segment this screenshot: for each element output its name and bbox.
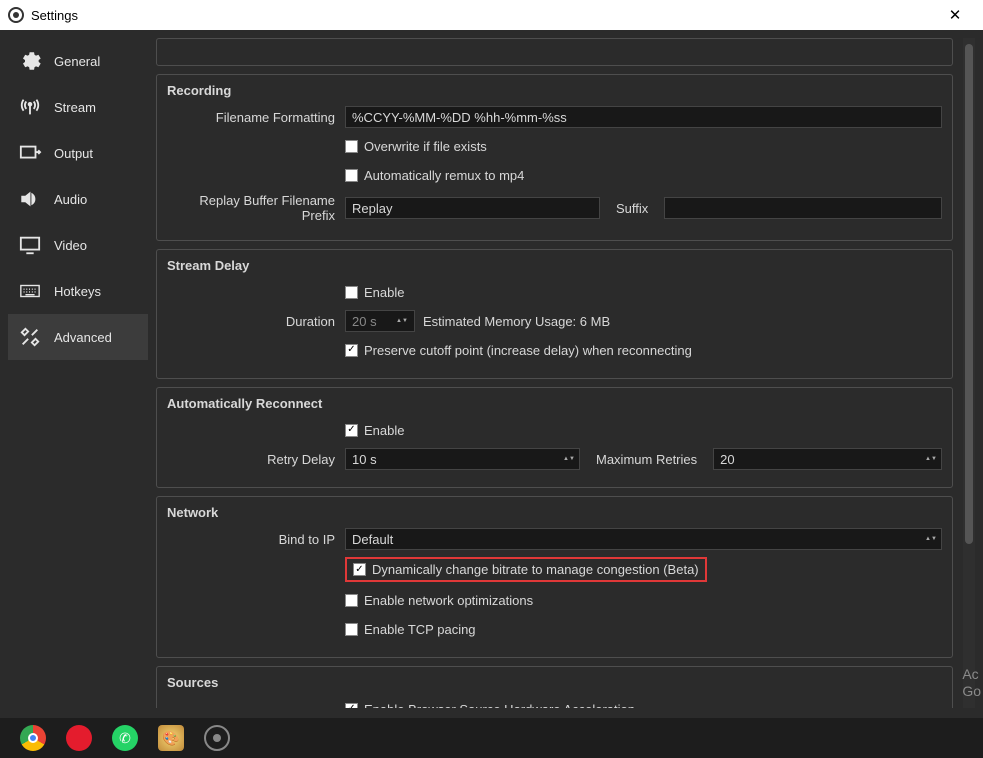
memory-usage-label: Estimated Memory Usage: 6 MB: [423, 314, 610, 329]
activate-windows-text: AcGo: [962, 666, 981, 700]
taskbar-opera-icon[interactable]: [66, 725, 92, 751]
taskbar: ✆ 🎨: [0, 718, 983, 758]
vertical-scrollbar[interactable]: [963, 38, 975, 708]
antenna-icon: [16, 96, 44, 118]
remux-checkbox[interactable]: Automatically remux to mp4: [345, 168, 524, 183]
group-sources: Sources Enable Browser Source Hardware A…: [156, 666, 953, 708]
speaker-icon: [16, 188, 44, 210]
bind-ip-select[interactable]: Default▲▼: [345, 528, 942, 550]
top-spacer-panel: [156, 38, 953, 66]
label-max-retries: Maximum Retries: [588, 452, 705, 467]
label-bind-ip: Bind to IP: [167, 532, 345, 547]
tools-icon: [16, 326, 44, 348]
group-title: Recording: [167, 83, 942, 98]
network-optimizations-checkbox[interactable]: Enable network optimizations: [345, 593, 533, 608]
app-icon: [8, 7, 24, 23]
close-button[interactable]: ✕: [935, 6, 975, 24]
taskbar-whatsapp-icon[interactable]: ✆: [112, 725, 138, 751]
sidebar-item-hotkeys[interactable]: Hotkeys: [8, 268, 148, 314]
group-recording: Recording Filename Formatting Overwrite …: [156, 74, 953, 241]
sidebar-item-label: Hotkeys: [54, 284, 101, 299]
dynamic-bitrate-highlight: Dynamically change bitrate to manage con…: [345, 557, 707, 582]
taskbar-obs-icon[interactable]: [204, 725, 230, 751]
sidebar-item-label: General: [54, 54, 100, 69]
settings-scroll-area: Recording Filename Formatting Overwrite …: [156, 38, 957, 708]
max-retries-spinner[interactable]: 20▲▼: [713, 448, 942, 470]
tcp-pacing-label: Enable TCP pacing: [364, 622, 476, 637]
suffix-input[interactable]: [664, 197, 942, 219]
retry-delay-spinner[interactable]: 10 s▲▼: [345, 448, 580, 470]
overwrite-label: Overwrite if file exists: [364, 139, 487, 154]
label-replay-prefix: Replay Buffer Filename Prefix: [167, 193, 345, 223]
duration-spinner[interactable]: 20 s▲▼: [345, 310, 415, 332]
optimizations-label: Enable network optimizations: [364, 593, 533, 608]
browser-accel-label: Enable Browser Source Hardware Accelerat…: [364, 702, 635, 709]
replay-prefix-input[interactable]: [345, 197, 600, 219]
sidebar-item-audio[interactable]: Audio: [8, 176, 148, 222]
browser-accel-checkbox[interactable]: Enable Browser Source Hardware Accelerat…: [345, 702, 635, 709]
taskbar-paint-icon[interactable]: 🎨: [158, 725, 184, 751]
preserve-cutoff-checkbox[interactable]: Preserve cutoff point (increase delay) w…: [345, 343, 692, 358]
preserve-label: Preserve cutoff point (increase delay) w…: [364, 343, 692, 358]
titlebar: Settings ✕: [0, 0, 983, 30]
enable-label: Enable: [364, 423, 404, 438]
sidebar-item-label: Stream: [54, 100, 96, 115]
overwrite-checkbox[interactable]: Overwrite if file exists: [345, 139, 487, 154]
sidebar-item-label: Video: [54, 238, 87, 253]
sidebar: General Stream Output Audio Video Hotkey…: [8, 38, 148, 708]
label-duration: Duration: [167, 314, 345, 329]
remux-label: Automatically remux to mp4: [364, 168, 524, 183]
label-filename-formatting: Filename Formatting: [167, 110, 345, 125]
group-title: Sources: [167, 675, 942, 690]
scrollbar-thumb[interactable]: [965, 44, 973, 544]
group-auto-reconnect: Automatically Reconnect Enable Retry Del…: [156, 387, 953, 488]
tcp-pacing-checkbox[interactable]: Enable TCP pacing: [345, 622, 476, 637]
keyboard-icon: [16, 280, 44, 302]
monitor-icon: [16, 234, 44, 256]
filename-formatting-input[interactable]: [345, 106, 942, 128]
output-icon: [16, 142, 44, 164]
group-title: Network: [167, 505, 942, 520]
sidebar-item-output[interactable]: Output: [8, 130, 148, 176]
sidebar-item-general[interactable]: General: [8, 38, 148, 84]
reconnect-enable-checkbox[interactable]: Enable: [345, 423, 404, 438]
sidebar-item-stream[interactable]: Stream: [8, 84, 148, 130]
sidebar-item-video[interactable]: Video: [8, 222, 148, 268]
sidebar-item-label: Output: [54, 146, 93, 161]
sidebar-item-label: Audio: [54, 192, 87, 207]
window-title: Settings: [31, 8, 78, 23]
gear-icon: [16, 50, 44, 72]
group-title: Automatically Reconnect: [167, 396, 942, 411]
group-stream-delay: Stream Delay Enable Duration 20 s▲▼ Esti…: [156, 249, 953, 379]
enable-label: Enable: [364, 285, 404, 300]
label-retry-delay: Retry Delay: [167, 452, 345, 467]
group-network: Network Bind to IP Default▲▼ Dynamically…: [156, 496, 953, 658]
stream-delay-enable-checkbox[interactable]: Enable: [345, 285, 404, 300]
sidebar-item-advanced[interactable]: Advanced: [8, 314, 148, 360]
taskbar-chrome-icon[interactable]: [20, 725, 46, 751]
group-title: Stream Delay: [167, 258, 942, 273]
label-suffix: Suffix: [608, 201, 656, 216]
sidebar-item-label: Advanced: [54, 330, 112, 345]
dynamic-bitrate-label: Dynamically change bitrate to manage con…: [372, 562, 699, 577]
dynamic-bitrate-checkbox[interactable]: Dynamically change bitrate to manage con…: [353, 562, 699, 577]
